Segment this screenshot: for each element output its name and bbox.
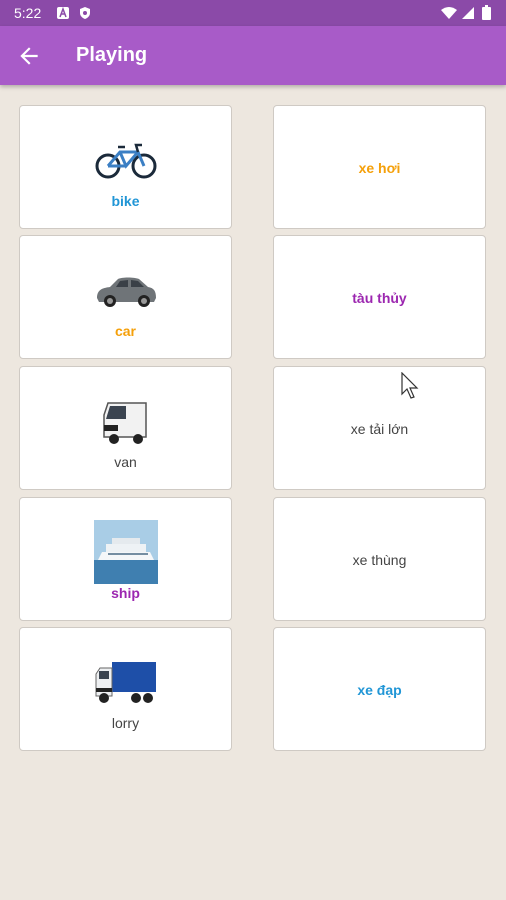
lorry-image: [95, 662, 156, 703]
translation-label: xe đạp: [357, 682, 402, 698]
signal-icon: [462, 7, 474, 19]
word-card-car[interactable]: car: [19, 235, 232, 359]
translation-card-xe-thung[interactable]: xe thùng: [273, 497, 486, 621]
word-label: van: [114, 454, 137, 470]
van-image: [103, 402, 147, 444]
status-time: 5:22: [14, 5, 42, 21]
translation-card-xe-dap[interactable]: xe đạp: [273, 627, 486, 751]
translation-label: xe hơi: [358, 160, 401, 176]
word-card-bike[interactable]: bike: [19, 105, 232, 229]
word-label: lorry: [111, 715, 140, 731]
cruise-ship-image: [94, 520, 158, 584]
word-card-van[interactable]: van: [19, 366, 232, 490]
arrow-left-icon[interactable]: [16, 43, 42, 69]
word-label: car: [114, 323, 137, 339]
status-bar: 5:22: [0, 0, 506, 26]
wifi-icon: [441, 7, 457, 19]
translation-card-xe-tai-lon[interactable]: xe tải lớn: [273, 366, 486, 490]
translation-card-tau-thuy[interactable]: tàu thủy: [273, 235, 486, 359]
translation-label: tàu thủy: [352, 290, 407, 306]
page-title: Playing: [76, 44, 148, 66]
word-card-ship[interactable]: ship: [19, 497, 232, 621]
bicycle-image: [95, 143, 157, 179]
battery-icon: [482, 5, 491, 20]
app-bar: Playing: [0, 26, 506, 85]
translation-label: xe thùng: [352, 552, 407, 568]
translation-label: xe tải lớn: [350, 421, 409, 437]
translation-card-xe-hoi[interactable]: xe hơi: [273, 105, 486, 229]
shield-icon: [80, 7, 90, 19]
a-icon: [57, 7, 69, 19]
word-label: ship: [111, 585, 140, 601]
car-image: [97, 277, 156, 307]
word-card-lorry[interactable]: lorry: [19, 627, 232, 751]
word-label: bike: [111, 193, 140, 209]
